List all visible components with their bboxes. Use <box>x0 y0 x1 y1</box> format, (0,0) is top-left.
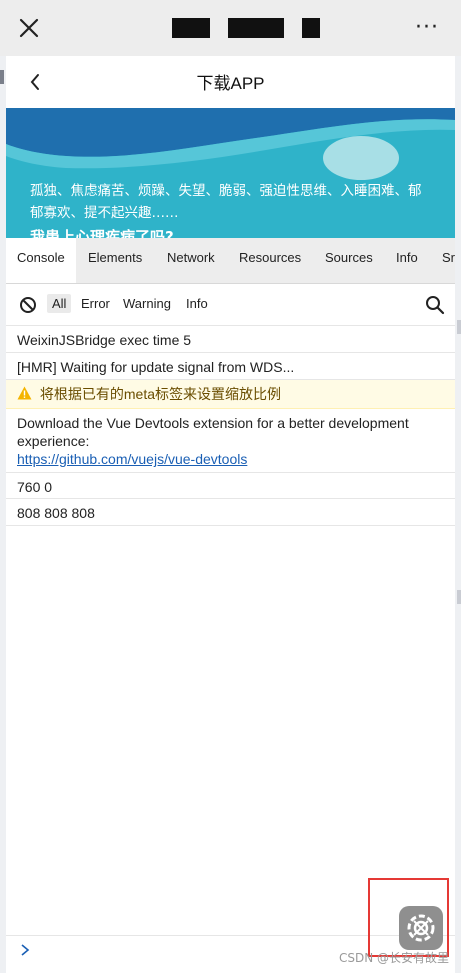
red-highlight-box <box>368 878 449 957</box>
tab-elements[interactable]: Elements <box>88 250 142 265</box>
close-icon[interactable] <box>16 15 42 41</box>
tab-resources[interactable]: Resources <box>239 250 301 265</box>
redacted-title-part <box>302 18 320 38</box>
filter-all[interactable]: All <box>47 294 72 313</box>
log-text: [HMR] Waiting for update signal from WDS… <box>17 359 295 375</box>
redacted-title-part <box>228 18 284 38</box>
search-icon[interactable] <box>425 295 445 315</box>
console-log-row: [HMR] Waiting for update signal from WDS… <box>6 353 455 380</box>
chevron-right-icon <box>21 944 30 956</box>
tab-network[interactable]: Network <box>167 250 215 265</box>
log-text: 808 808 808 <box>17 505 95 521</box>
console-log-row: 808 808 808 <box>6 499 455 526</box>
warning-icon <box>17 386 32 400</box>
right-page-edge <box>455 56 461 973</box>
tab-storage-truncated[interactable]: Sr <box>442 250 455 265</box>
console-warn-row: 将根据已有的meta标签来设置缩放比例 <box>6 380 455 409</box>
log-text: 760 0 <box>17 479 53 495</box>
right-edge-mark <box>457 320 461 334</box>
wechat-top-bar: ··· <box>0 0 461 56</box>
app-header: 下载APP <box>6 56 455 108</box>
promo-banner[interactable]: 孤独、焦虑痛苦、烦躁、失望、脆弱、强迫性思维、入睡困难、郁郁寡欢、提不起兴趣……… <box>6 108 455 238</box>
console-log-row: WeixinJSBridge exec time 5 <box>6 326 455 353</box>
page-title: 下载APP <box>196 74 265 93</box>
filter-warning[interactable]: Warning <box>123 296 171 311</box>
console-filter-bar: All Error Warning Info <box>6 284 455 326</box>
devtools-tab-bar: Console Elements Network Resources Sourc… <box>6 238 455 284</box>
console-log-row: 760 0 <box>6 473 455 499</box>
clear-console-icon[interactable] <box>19 296 37 314</box>
tab-info[interactable]: Info <box>396 250 418 265</box>
left-edge-mark <box>0 70 4 84</box>
filter-error[interactable]: Error <box>81 296 110 311</box>
log-text: WeixinJSBridge exec time 5 <box>17 332 192 348</box>
more-options-button[interactable]: ··· <box>415 17 439 39</box>
right-edge-mark <box>457 590 461 604</box>
tab-sources[interactable]: Sources <box>325 250 373 265</box>
console-empty-area <box>6 532 455 935</box>
watermark: CSDN @长安有故里 <box>338 951 449 965</box>
vue-devtools-link[interactable]: https://github.com/vuejs/vue-devtools <box>17 451 247 467</box>
banner-headline: 我患上心理疾病了吗? <box>30 228 174 238</box>
log-text: Download the Vue Devtools extension for … <box>17 415 409 449</box>
console-log-row: Download the Vue Devtools extension for … <box>6 409 455 473</box>
banner-text: 孤独、焦虑痛苦、烦躁、失望、脆弱、强迫性思维、入睡困难、郁郁寡欢、提不起兴趣…… <box>30 183 422 221</box>
log-text: 将根据已有的meta标签来设置缩放比例 <box>39 386 282 402</box>
redacted-title-part <box>172 18 210 38</box>
filter-info[interactable]: Info <box>186 296 208 311</box>
tab-console[interactable]: Console <box>6 238 76 283</box>
